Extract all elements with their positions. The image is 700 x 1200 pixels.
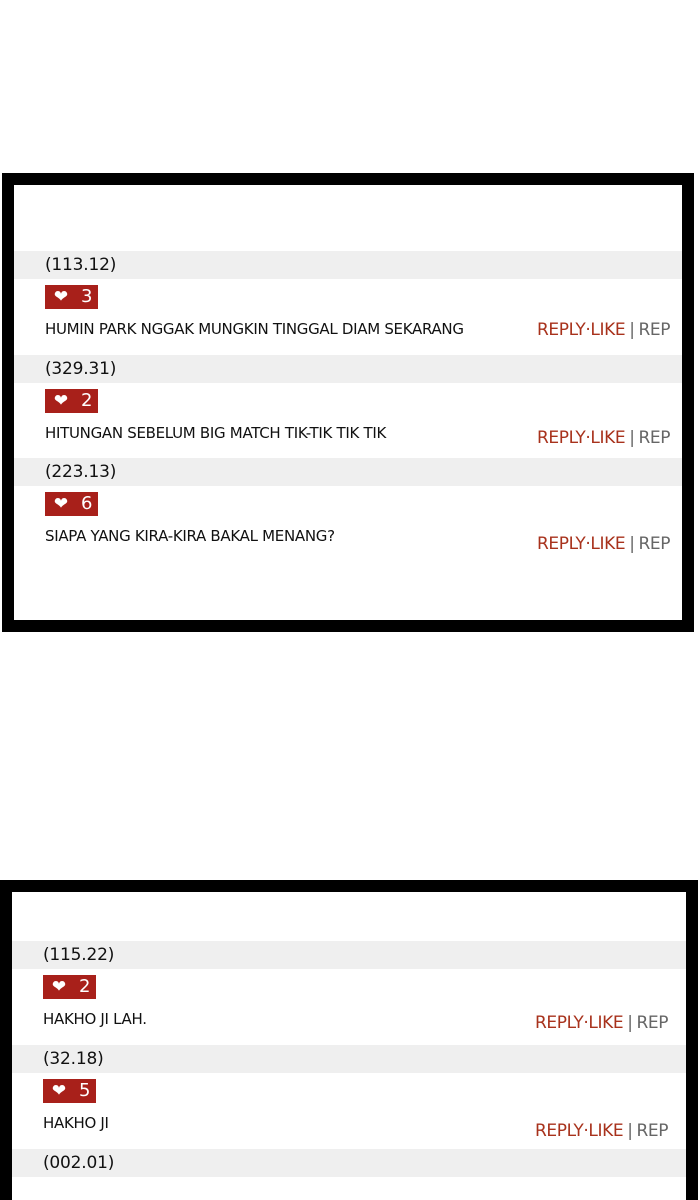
- heart-icon: ❤: [53, 391, 69, 411]
- reply-like-link[interactable]: REPLY·LIKE: [537, 534, 626, 554]
- like-badge[interactable]: ❤ 2: [45, 389, 98, 413]
- reply-like-link[interactable]: REPLY·LIKE: [535, 1013, 624, 1033]
- comment-item: (32.18) ❤ 5 HAKHO JI REPLY·LIKE | REP: [12, 1045, 686, 1149]
- comment-text: HITUNGAN SEBELUM BIG MATCH TIK-TIK TIK T…: [45, 424, 387, 442]
- comment-text: HAKHO JI LAH.: [43, 1010, 147, 1028]
- reply-like-link[interactable]: REPLY·LIKE: [537, 428, 626, 448]
- comment-item: (329.31) ❤ 2 HITUNGAN SEBELUM BIG MATCH …: [14, 355, 682, 459]
- comment-id: (329.31): [45, 359, 117, 379]
- comment-actions: REPLY·LIKE | REP: [537, 428, 671, 448]
- comment-text: HAKHO JI: [43, 1114, 109, 1132]
- action-separator: |: [629, 428, 635, 448]
- heart-icon: ❤: [53, 494, 69, 514]
- report-link[interactable]: REP: [639, 320, 671, 340]
- comment-id-row: (32.18): [12, 1045, 686, 1073]
- like-badge[interactable]: ❤ 2: [43, 975, 96, 999]
- like-count: 6: [81, 493, 93, 514]
- comment-id: (113.12): [45, 255, 117, 275]
- like-count: 2: [79, 976, 91, 997]
- like-count: 5: [79, 1080, 91, 1101]
- action-separator: |: [627, 1013, 633, 1033]
- report-link[interactable]: REP: [637, 1013, 669, 1033]
- comment-id-row: (115.22): [12, 941, 686, 969]
- like-badge[interactable]: ❤ 6: [45, 492, 98, 516]
- comment-item: (115.22) ❤ 2 HAKHO JI LAH. REPLY·LIKE | RE…: [12, 941, 686, 1045]
- like-badge[interactable]: ❤ 5: [43, 1079, 96, 1103]
- action-separator: |: [627, 1121, 633, 1141]
- like-count: 2: [81, 390, 93, 411]
- reply-like-link[interactable]: REPLY·LIKE: [535, 1121, 624, 1141]
- comment-actions: REPLY·LIKE | REP: [535, 1121, 669, 1141]
- comment-text: SIAPA YANG KIRA-KIRA BAKAL MENANG?: [45, 527, 335, 545]
- heart-icon: ❤: [51, 1081, 67, 1101]
- report-link[interactable]: REP: [639, 428, 671, 448]
- like-count: 3: [81, 286, 93, 307]
- comment-item: (223.13) ❤ 6 SIAPA YANG KIRA-KIRA BAKAL …: [14, 458, 682, 562]
- comment-item: (002.01): [12, 1149, 686, 1200]
- action-separator: |: [629, 320, 635, 340]
- comment-id-row: (223.13): [14, 458, 682, 486]
- comment-actions: REPLY·LIKE | REP: [537, 534, 671, 554]
- comment-panel-2: (115.22) ❤ 2 HAKHO JI LAH. REPLY·LIKE | RE…: [0, 880, 698, 1200]
- reply-like-link[interactable]: REPLY·LIKE: [537, 320, 626, 340]
- like-badge[interactable]: ❤ 3: [45, 285, 98, 309]
- comment-id-row: (113.12): [14, 251, 682, 279]
- comment-id: (002.01): [43, 1153, 115, 1173]
- comment-id-row: (002.01): [12, 1149, 686, 1177]
- report-link[interactable]: REP: [639, 534, 671, 554]
- heart-icon: ❤: [51, 977, 67, 997]
- action-separator: |: [629, 534, 635, 554]
- comment-id: (223.13): [45, 462, 117, 482]
- comment-panel-1: (113.12) ❤ 3 HUMIN PARK NGGAK MUNGKIN TI…: [2, 173, 694, 632]
- comment-id: (32.18): [43, 1049, 104, 1069]
- report-link[interactable]: REP: [637, 1121, 669, 1141]
- comment-id-row: (329.31): [14, 355, 682, 383]
- comment-actions: REPLY·LIKE | REP: [535, 1013, 669, 1033]
- comment-text: HUMIN PARK NGGAK MUNGKIN TINGGAL DIAM SE…: [45, 320, 464, 338]
- comment-id: (115.22): [43, 945, 115, 965]
- heart-icon: ❤: [53, 287, 69, 307]
- comment-actions: REPLY·LIKE | REP: [537, 320, 671, 340]
- comment-item: (113.12) ❤ 3 HUMIN PARK NGGAK MUNGKIN TI…: [14, 251, 682, 355]
